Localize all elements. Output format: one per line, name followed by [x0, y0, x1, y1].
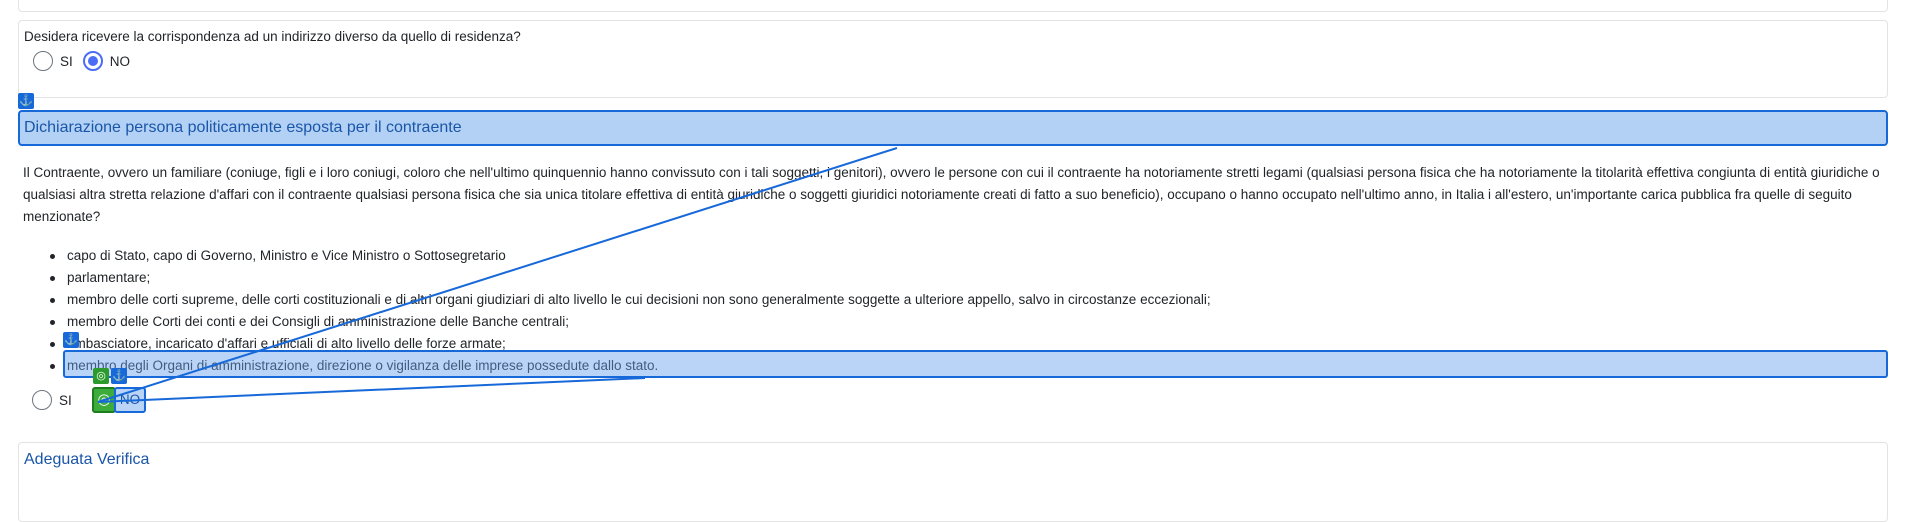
highlighted-bullet-overlay: [63, 350, 1888, 378]
correspondence-no-radio[interactable]: [82, 51, 103, 71]
pep-radio-group: SI: [32, 390, 82, 410]
pep-section-title: Dichiarazione persona politicamente espo…: [18, 110, 1888, 146]
correspondence-question-card: Desidera ricevere la corrispondenza ad u…: [18, 20, 1888, 98]
pep-no-label[interactable]: NO: [114, 387, 146, 413]
pep-no-radio-target[interactable]: ◎: [92, 387, 116, 413]
pep-paragraph: Il Contraente, ovvero un familiare (coni…: [23, 165, 1880, 224]
correspondence-question-text: Desidera ricevere la corrispondenza ad u…: [24, 29, 521, 44]
anchor-icon: ⚓: [63, 332, 79, 348]
correspondence-no-label[interactable]: NO: [110, 54, 130, 69]
pep-si-radio[interactable]: [32, 390, 52, 410]
verifica-section-title: Adeguata Verifica: [24, 451, 150, 468]
pep-si-label[interactable]: SI: [59, 393, 72, 408]
correspondence-si-radio[interactable]: [33, 51, 53, 71]
list-item: capo di Stato, capo di Governo, Ministro…: [23, 245, 1211, 267]
list-item: membro delle corti supreme, delle corti …: [23, 289, 1211, 311]
anchor-icon: ⚓: [18, 93, 34, 109]
verifica-section-card: Adeguata Verifica: [18, 442, 1888, 522]
pep-section-card: Dichiarazione persona politicamente espo…: [18, 110, 1888, 430]
correspondence-radio-group: SI NO: [33, 51, 140, 71]
list-item: membro delle Corti dei conti e dei Consi…: [23, 311, 1211, 333]
correspondence-si-label[interactable]: SI: [60, 54, 73, 69]
previous-card-strip: [18, 0, 1888, 12]
list-item: parlamentare;: [23, 267, 1211, 289]
target-icon: ◎: [93, 368, 109, 384]
anchor-icon: ⚓: [111, 368, 127, 384]
